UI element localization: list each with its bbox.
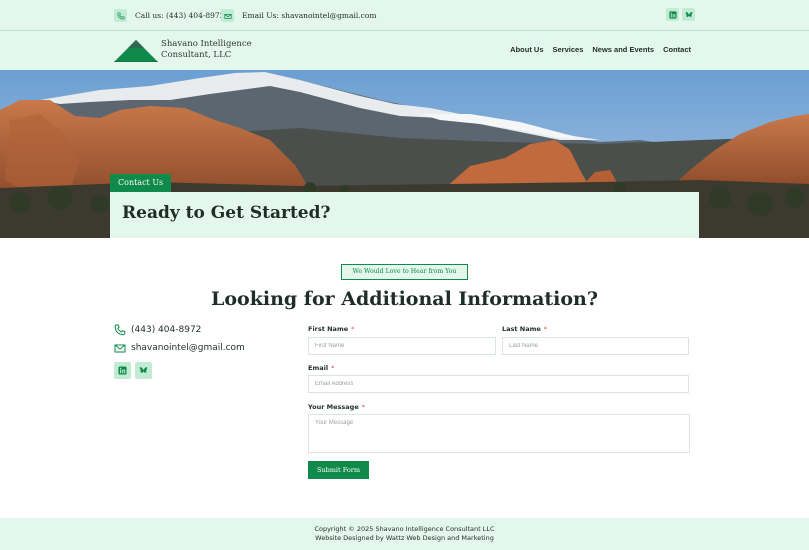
- contact-email-text: shavanointel@gmail.com: [131, 343, 245, 353]
- required-marker: *: [361, 403, 365, 411]
- linkedin-icon[interactable]: [666, 8, 679, 21]
- contact-phone[interactable]: (443) 404-8972: [114, 323, 201, 337]
- hero-title: Ready to Get Started?: [122, 203, 331, 223]
- nav-services[interactable]: Services: [553, 45, 584, 54]
- hero-tag: Contact Us: [110, 174, 172, 192]
- required-marker: *: [351, 325, 355, 333]
- bluesky-icon[interactable]: [682, 8, 695, 21]
- logo-mountain-icon[interactable]: [114, 39, 158, 62]
- first-name-label-text: First Name: [308, 325, 349, 333]
- bluesky-icon[interactable]: [135, 362, 152, 379]
- phone-icon: [114, 9, 127, 22]
- nav-about-us[interactable]: About Us: [510, 45, 543, 54]
- topbar-email[interactable]: Email Us: shavanointel@gmail.com: [221, 8, 377, 23]
- nav-news-and-events[interactable]: News and Events: [592, 45, 654, 54]
- topbar-email-text: Email Us: shavanointel@gmail.com: [242, 11, 377, 20]
- logo-line-1: Shavano Intelligence: [161, 39, 252, 49]
- message-label: Your Message *: [308, 403, 365, 411]
- topbar-phone[interactable]: Call us: (443) 404-8972: [114, 8, 224, 23]
- site-header: Shavano Intelligence Consultant, LLC Abo…: [0, 31, 809, 70]
- first-name-input[interactable]: [308, 337, 496, 355]
- hero-title-box: Ready to Get Started?: [110, 192, 699, 238]
- last-name-label-text: Last Name: [502, 325, 541, 333]
- last-name-input[interactable]: [502, 337, 689, 355]
- site-footer: Copyright © 2025 Shavano Intelligence Co…: [0, 518, 809, 550]
- topbar-phone-text: Call us: (443) 404-8972: [135, 11, 225, 20]
- main-nav: About Us Services News and Events Contac…: [510, 45, 691, 54]
- email-input[interactable]: [308, 375, 689, 393]
- first-name-label: First Name *: [308, 325, 354, 333]
- email-label: Email *: [308, 364, 334, 372]
- phone-icon: [114, 324, 126, 336]
- submit-form-button[interactable]: Submit Form: [308, 461, 369, 479]
- email-icon: [221, 9, 234, 22]
- nav-contact[interactable]: Contact: [663, 45, 691, 54]
- section-heading: Looking for Additional Information?: [210, 288, 598, 310]
- top-bar: Call us: (443) 404-8972 Email Us: shavan…: [0, 0, 809, 31]
- contact-email[interactable]: shavanointel@gmail.com: [114, 341, 245, 355]
- linkedin-icon[interactable]: [114, 362, 131, 379]
- required-marker: *: [331, 364, 335, 372]
- footer-copyright: Copyright © 2025 Shavano Intelligence Co…: [314, 525, 495, 533]
- last-name-label: Last Name *: [502, 325, 547, 333]
- footer-credit[interactable]: Website Designed by Wattz Web Design and…: [0, 534, 809, 543]
- required-marker: *: [543, 325, 548, 333]
- section-badge: We Would Love to Hear from You: [341, 264, 468, 280]
- logo-line-2: Consultant, LLC: [161, 50, 232, 60]
- message-textarea[interactable]: [308, 414, 690, 453]
- contact-phone-text: (443) 404-8972: [131, 325, 202, 335]
- email-label-text: Email: [308, 364, 329, 372]
- logo-text[interactable]: Shavano Intelligence Consultant, LLC: [161, 39, 252, 61]
- message-label-text: Your Message: [308, 403, 359, 411]
- email-icon: [114, 344, 126, 353]
